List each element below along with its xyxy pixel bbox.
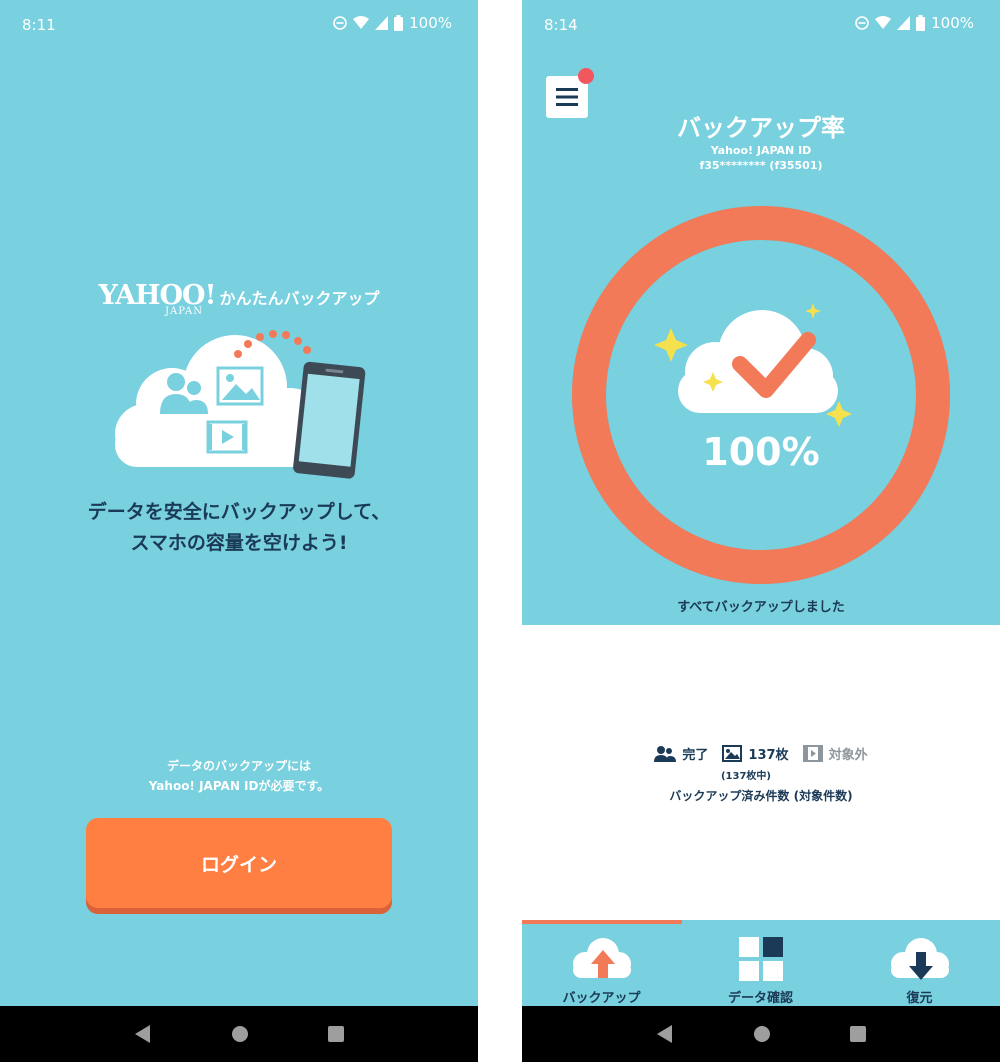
backup-counts: 完了 137枚 対象外 <box>522 744 1000 763</box>
tagline-line-1: データを安全にバックアップして、 <box>87 501 391 523</box>
wifi-icon <box>353 16 370 29</box>
contacts-icon <box>654 745 677 762</box>
backup-status-message: すべてバックアップしました <box>677 600 845 615</box>
photo-icon <box>722 745 743 762</box>
hamburger-icon <box>556 88 578 106</box>
videos-status: 対象外 <box>828 748 868 763</box>
tagline: データを安全にバックアップして、 スマホの容量を空けよう! <box>0 497 478 559</box>
backup-rate-ring <box>572 206 950 584</box>
photos-count: 137枚 <box>722 744 789 763</box>
battery-icon <box>394 15 404 31</box>
contacts-status: 完了 <box>682 748 709 763</box>
smartphone-icon <box>293 361 366 479</box>
yahoo-logo-japan: JAPAN <box>165 306 204 317</box>
cloud-download-icon <box>890 938 949 980</box>
login-note-line-1: データのバックアップには <box>166 759 311 773</box>
tab-label: 復元 <box>906 991 933 1006</box>
account-info: Yahoo! JAPAN ID f35******** (f35501) <box>522 143 1000 173</box>
counts-caption: バックアップ済み件数 (対象件数) <box>669 789 853 803</box>
signal-icon <box>375 16 389 30</box>
recents-icon[interactable] <box>849 1026 866 1042</box>
cloud-phone-illustration <box>115 330 366 479</box>
status-icons: 100% <box>333 14 452 32</box>
signal-icon <box>897 16 911 30</box>
home-icon[interactable] <box>753 1025 771 1043</box>
status-time: 8:11 <box>22 16 56 34</box>
cloud-upload-icon <box>572 938 631 978</box>
do-not-disturb-icon <box>333 16 347 30</box>
backup-rate-value: 100% <box>702 430 820 474</box>
login-note-line-2: Yahoo! JAPAN IDが必要です。 <box>148 779 330 793</box>
system-nav-bar <box>0 1006 478 1062</box>
photos-value: 137枚 <box>748 748 789 763</box>
status-bar: 8:11 100% <box>0 0 478 52</box>
bottom-tab-bar: バックアップ データ確認 復元 <box>522 920 1000 1006</box>
backup-rate-screen: 8:14 100% バックアップ率 Yahoo! JAPAN ID f35***… <box>522 0 1000 1062</box>
recents-icon[interactable] <box>327 1026 344 1042</box>
do-not-disturb-icon <box>855 16 869 30</box>
backup-rate-panel: 8:14 100% バックアップ率 Yahoo! JAPAN ID f35***… <box>522 0 1000 625</box>
tab-backup[interactable]: バックアップ <box>522 924 681 1006</box>
system-nav-bar <box>522 1006 1000 1062</box>
login-button[interactable]: ログイン <box>86 818 392 908</box>
photos-total: (137枚中) <box>720 771 771 782</box>
notification-badge <box>578 68 594 84</box>
tab-restore[interactable]: 復元 <box>840 924 999 1006</box>
login-note: データのバックアップには Yahoo! JAPAN IDが必要です。 <box>0 756 478 796</box>
app-name: かんたんバックアップ <box>219 289 380 308</box>
videos-count: 対象外 <box>802 744 868 763</box>
contacts-count: 完了 <box>654 744 708 763</box>
app-logo: YAHOO! かんたんバックアップ JAPAN <box>0 280 478 317</box>
status-time: 8:14 <box>544 16 578 34</box>
video-icon <box>802 745 823 762</box>
back-icon[interactable] <box>134 1024 152 1044</box>
grid-icon <box>738 937 783 981</box>
page-title: バックアップ率 <box>677 114 845 142</box>
cloud-check-icon <box>678 310 838 413</box>
account-label: Yahoo! JAPAN ID <box>710 144 812 157</box>
login-screen: 8:11 100% YAHOO! かんたんバックアップ JAPAN データを安全… <box>0 0 478 1062</box>
status-bar: 8:14 100% <box>522 0 1000 52</box>
home-icon[interactable] <box>231 1025 249 1043</box>
wifi-icon <box>875 16 892 29</box>
account-id: f35******** (f35501) <box>699 159 823 172</box>
battery-level: 100% <box>409 14 452 32</box>
back-icon[interactable] <box>656 1024 674 1044</box>
tab-label: バックアップ <box>562 991 641 1006</box>
tab-data-check[interactable]: データ確認 <box>681 924 840 1006</box>
status-icons: 100% <box>855 14 974 32</box>
tagline-line-2: スマホの容量を空けよう! <box>130 532 348 554</box>
battery-icon <box>916 15 926 31</box>
tab-label: データ確認 <box>727 991 793 1006</box>
battery-level: 100% <box>931 14 974 32</box>
